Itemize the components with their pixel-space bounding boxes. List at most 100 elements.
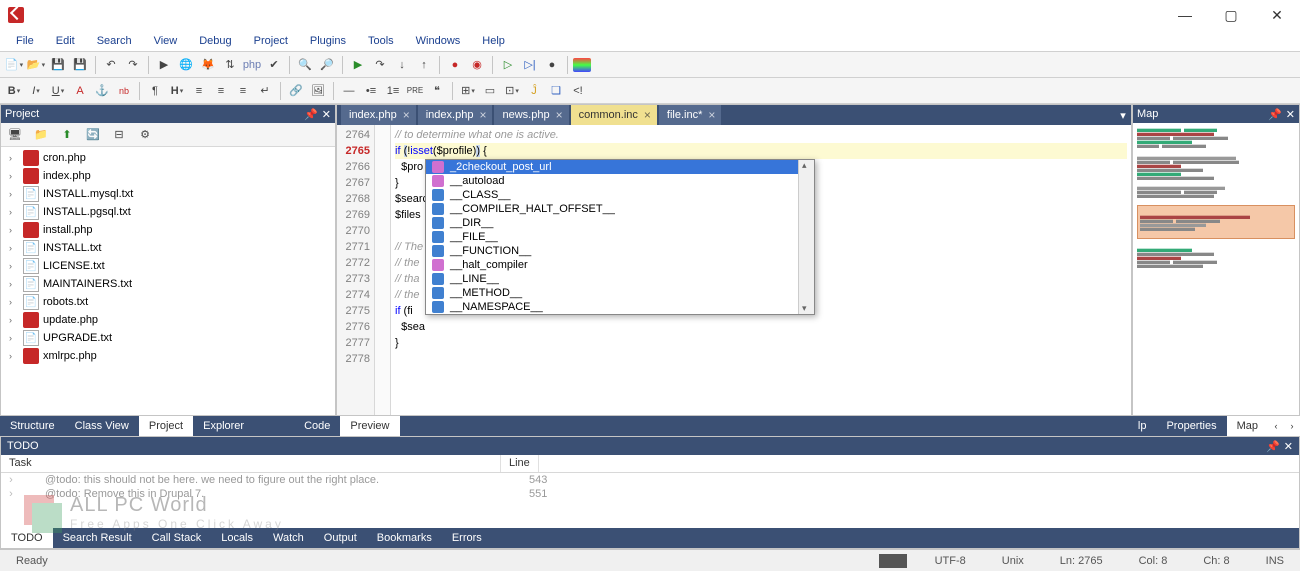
tab-nav-icon[interactable]: ‹: [1268, 416, 1284, 436]
expand-icon[interactable]: ›: [9, 297, 19, 307]
menu-edit[interactable]: Edit: [46, 33, 85, 49]
folder-icon[interactable]: 📁: [31, 125, 51, 145]
autocomplete-item[interactable]: __DIR__: [426, 216, 814, 230]
new-file-button[interactable]: 📄▾: [4, 55, 24, 75]
italic-button[interactable]: I▾: [26, 81, 46, 101]
menu-debug[interactable]: Debug: [189, 33, 241, 49]
editor-body[interactable]: 2764276527662767276827692770277127722773…: [337, 125, 1131, 415]
todo-row[interactable]: ›@todo: Remove this in Drupal 7.551: [1, 487, 1299, 501]
script-button[interactable]: Ĵ: [524, 81, 544, 101]
tree-item[interactable]: › 📄 INSTALL.pgsql.txt: [1, 203, 335, 221]
tree-item[interactable]: › xmlrpc.php: [1, 347, 335, 365]
expand-icon[interactable]: ›: [1, 474, 21, 486]
pin-icon[interactable]: 📌: [1266, 440, 1280, 453]
todo-tab-errors[interactable]: Errors: [442, 528, 492, 548]
tree-item[interactable]: › 📄 robots.txt: [1, 293, 335, 311]
right-tab-map[interactable]: Map: [1227, 416, 1268, 436]
color-button[interactable]: [573, 58, 591, 72]
editor-tab[interactable]: file.inc*×: [659, 105, 721, 125]
todo-tab-output[interactable]: Output: [314, 528, 367, 548]
open-button[interactable]: 📂▾: [26, 55, 46, 75]
tree-item[interactable]: › 📄 MAINTAINERS.txt: [1, 275, 335, 293]
pin-icon[interactable]: 📌: [1268, 108, 1282, 121]
link-button[interactable]: 🔗: [286, 81, 306, 101]
autocomplete-item[interactable]: __halt_compiler: [426, 258, 814, 272]
tree-item[interactable]: › 📄 INSTALL.txt: [1, 239, 335, 257]
right-tab-lp[interactable]: lp: [1128, 416, 1157, 436]
status-encoding[interactable]: UTF-8: [927, 555, 974, 567]
close-button[interactable]: ✕: [1254, 0, 1300, 30]
editor-tab-preview[interactable]: Preview: [340, 416, 399, 436]
font-button[interactable]: A: [70, 81, 90, 101]
autocomplete-item[interactable]: __COMPILER_HALT_OFFSET__: [426, 202, 814, 216]
explorer-icon[interactable]: 🖥: [5, 125, 25, 145]
undo-button[interactable]: ↶: [101, 55, 121, 75]
todo-row[interactable]: ›@todo: this should not be here. we need…: [1, 473, 1299, 487]
left-tab-explorer[interactable]: Explorer: [193, 416, 254, 436]
menu-project[interactable]: Project: [244, 33, 298, 49]
tab-nav-icon[interactable]: ›: [1284, 416, 1300, 436]
paragraph-button[interactable]: ¶: [145, 81, 165, 101]
br-button[interactable]: ↵: [255, 81, 275, 101]
debug-step-into-button[interactable]: ↓: [392, 55, 412, 75]
pin-icon[interactable]: 📌: [304, 108, 318, 121]
ul-button[interactable]: •≡: [361, 81, 381, 101]
table-button[interactable]: ⊞▾: [458, 81, 478, 101]
ftp-button[interactable]: ⇅: [220, 55, 240, 75]
autocomplete-scrollbar[interactable]: [798, 160, 814, 314]
underline-button[interactable]: U▾: [48, 81, 68, 101]
ol-button[interactable]: 1≡: [383, 81, 403, 101]
debug-step-over-button[interactable]: ↷: [370, 55, 390, 75]
debug-run-button[interactable]: ▶: [348, 55, 368, 75]
todo-tab-search-result[interactable]: Search Result: [53, 528, 142, 548]
right-tab-properties[interactable]: Properties: [1156, 416, 1226, 436]
expand-icon[interactable]: ›: [9, 315, 19, 325]
nbsp-button[interactable]: nb: [114, 81, 134, 101]
record-button[interactable]: ●: [542, 55, 562, 75]
save-button[interactable]: 💾: [48, 55, 68, 75]
menu-windows[interactable]: Windows: [406, 33, 471, 49]
tree-item[interactable]: › update.php: [1, 311, 335, 329]
redo-button[interactable]: ↷: [123, 55, 143, 75]
tab-close-icon[interactable]: ×: [644, 108, 651, 122]
tree-item[interactable]: › cron.php: [1, 149, 335, 167]
up-icon[interactable]: ⬆: [57, 125, 77, 145]
close-icon[interactable]: ✕: [1284, 440, 1293, 453]
find-files-button[interactable]: 🔎: [317, 55, 337, 75]
menu-search[interactable]: Search: [87, 33, 142, 49]
debug-step-out-button[interactable]: ↑: [414, 55, 434, 75]
menu-tools[interactable]: Tools: [358, 33, 404, 49]
css-button[interactable]: ❏: [546, 81, 566, 101]
tabs-dropdown-icon[interactable]: ▾: [1115, 109, 1131, 122]
todo-tab-todo[interactable]: TODO: [1, 528, 53, 548]
autocomplete-item[interactable]: __autoload: [426, 174, 814, 188]
tab-close-icon[interactable]: ×: [479, 108, 486, 122]
config-icon[interactable]: ⚙: [135, 125, 155, 145]
heading-button[interactable]: H▾: [167, 81, 187, 101]
align-right-button[interactable]: ≡: [233, 81, 253, 101]
expand-icon[interactable]: ›: [9, 207, 19, 217]
check-button[interactable]: ✔: [264, 55, 284, 75]
collapse-icon[interactable]: ⊟: [109, 125, 129, 145]
todo-tab-locals[interactable]: Locals: [211, 528, 263, 548]
browser-ff-button[interactable]: 🦊: [198, 55, 218, 75]
comment-button[interactable]: <!: [568, 81, 588, 101]
autocomplete-item[interactable]: __FILE__: [426, 230, 814, 244]
tree-item[interactable]: › install.php: [1, 221, 335, 239]
breakpoint-button[interactable]: ●: [445, 55, 465, 75]
tree-item[interactable]: › 📄 UPGRADE.txt: [1, 329, 335, 347]
find-button[interactable]: 🔍: [295, 55, 315, 75]
status-eol[interactable]: Unix: [994, 555, 1032, 567]
expand-icon[interactable]: ›: [9, 333, 19, 343]
anchor-button[interactable]: ⚓: [92, 81, 112, 101]
frame-button[interactable]: ⊡▾: [502, 81, 522, 101]
autocomplete-item[interactable]: _2checkout_post_url: [426, 160, 814, 174]
php-icon[interactable]: php: [242, 55, 262, 75]
menu-view[interactable]: View: [144, 33, 188, 49]
play-button[interactable]: ▷: [498, 55, 518, 75]
minimap-viewport[interactable]: ▬▬▬▬▬▬▬▬▬▬▬▬▬ ▬▬▬▬▬▬▬▬▬▬▬▬▬▬▬: [1137, 205, 1295, 239]
maximize-button[interactable]: ▢: [1208, 0, 1254, 30]
editor-tab[interactable]: common.inc×: [571, 105, 657, 125]
close-icon[interactable]: ✕: [1286, 108, 1295, 121]
tree-item[interactable]: › 📄 INSTALL.mysql.txt: [1, 185, 335, 203]
